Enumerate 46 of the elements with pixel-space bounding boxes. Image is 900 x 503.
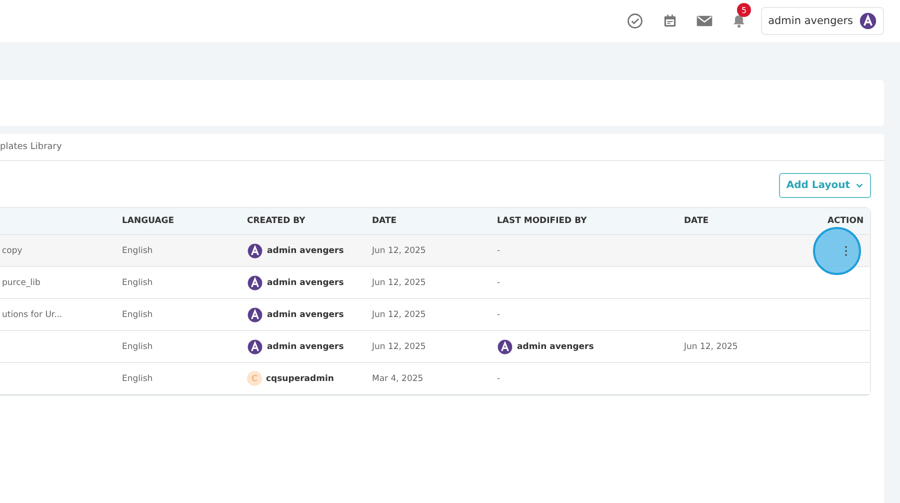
table-cell: Jun 12, 2025 (372, 278, 426, 288)
table-cell-text: utions for Ur... (1, 310, 62, 320)
table-cell: Mar 4, 2025 (372, 374, 424, 384)
user-name: admin avengers (267, 246, 344, 256)
column-header: CREATED BY (247, 216, 306, 226)
user-name: admin avengers (267, 310, 344, 320)
avatar-logo-icon (247, 306, 263, 322)
table-cell-text: copy (1, 246, 22, 256)
avatar-logo-icon (247, 242, 263, 258)
table-cell: Jun 12, 2025 (372, 310, 426, 320)
table-cell-text: purce_lib (1, 278, 40, 288)
avatar-logo-icon (247, 274, 263, 290)
table-cell: Jun 12, 2025 (372, 342, 426, 352)
table-cell: English (122, 278, 153, 288)
table-cell: Jun 12, 2025 (684, 342, 738, 352)
user-name: admin avengers (267, 342, 344, 352)
avatar-logo-icon (497, 338, 513, 354)
column-header: DATE (372, 216, 398, 226)
user-name: admin avengers (517, 342, 594, 352)
column-header: DATE (684, 216, 710, 226)
more-options-icon[interactable] (844, 244, 848, 256)
check-circle-icon[interactable] (626, 12, 644, 30)
column-header: LAST MODIFIED BY (497, 216, 588, 226)
avatar-logo-icon (859, 12, 877, 30)
table-row[interactable]: copy English admin avengers Jun 12, 2025 - (0, 235, 870, 267)
column-header: LANGUAGE (122, 216, 176, 226)
table-cell: - (497, 246, 500, 256)
caret-icon (855, 181, 864, 190)
table-cell: English (122, 310, 153, 320)
user-menu-button[interactable]: admin avengers (761, 7, 884, 35)
calendar-icon[interactable] (662, 13, 678, 29)
table-cell: English (122, 246, 153, 256)
avatar-logo-icon (247, 338, 263, 354)
avatar-initial: C (247, 371, 262, 386)
user-name: cqsuperadmin (266, 374, 334, 384)
mail-icon[interactable] (696, 14, 714, 28)
notification-badge: 5 (737, 3, 752, 17)
table-cell: - (497, 310, 500, 320)
user-name: admin avengers (267, 278, 344, 288)
table-cell: English (122, 342, 153, 352)
table-cell: Jun 12, 2025 (372, 246, 426, 256)
breadcrumb[interactable]: plates Library (0, 142, 62, 152)
column-header: ACTION (827, 216, 864, 226)
table-cell: - (497, 374, 500, 384)
table-cell: - (497, 278, 500, 288)
table-cell: English (122, 374, 153, 384)
